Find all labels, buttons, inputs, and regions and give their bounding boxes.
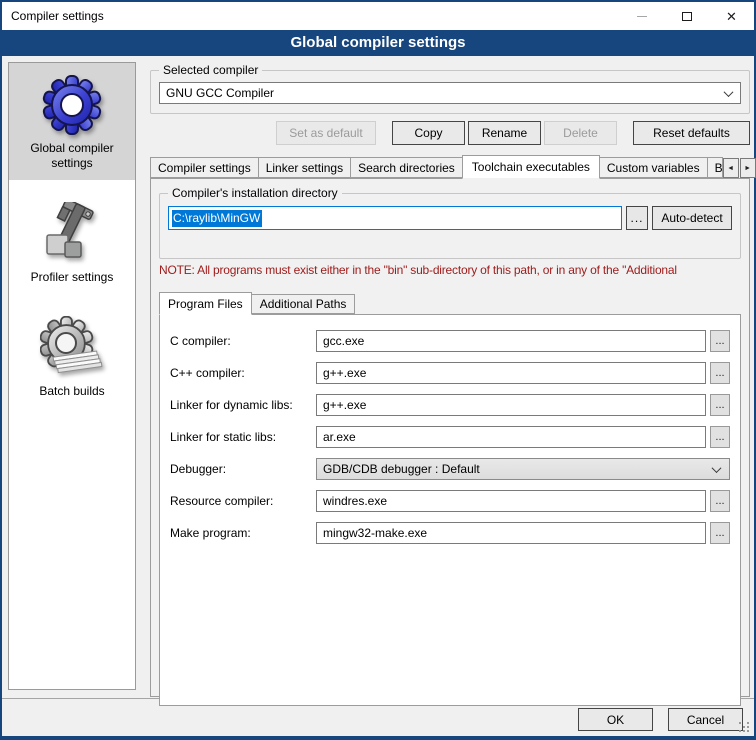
close-icon: ✕ xyxy=(726,10,737,23)
close-button[interactable]: ✕ xyxy=(709,2,754,30)
ok-button[interactable]: OK xyxy=(578,708,653,731)
select-value: GDB/CDB debugger : Default xyxy=(323,462,707,476)
install-dir-browse-button[interactable]: ... xyxy=(626,206,648,230)
resource-compiler-input[interactable] xyxy=(316,490,706,512)
autodetect-button[interactable]: Auto-detect xyxy=(652,206,732,230)
field-row-c-compiler: C++ compiler:... xyxy=(170,361,730,385)
tab-scroll-arrows: ◄ ► xyxy=(722,158,756,178)
field-row-linker-for-dynamic-libs: Linker for dynamic libs:... xyxy=(170,393,730,417)
sidebar-item-profiler-settings[interactable]: Profiler settings xyxy=(9,192,135,294)
cancel-button[interactable]: Cancel xyxy=(668,708,743,731)
subtab-additional-paths[interactable]: Additional Paths xyxy=(251,294,356,314)
tab-search-directories[interactable]: Search directories xyxy=(350,157,463,178)
chevron-down-icon xyxy=(724,87,734,97)
chevron-down-icon xyxy=(712,463,722,473)
set-as-default-button: Set as default xyxy=(276,121,376,145)
copy-button[interactable]: Copy xyxy=(392,121,465,145)
field-label: C compiler: xyxy=(170,334,316,348)
tab-build[interactable]: Build xyxy=(707,157,723,178)
c-compiler-input[interactable] xyxy=(316,330,706,352)
install-dir-input[interactable]: C:\raylib\MinGW xyxy=(168,206,622,230)
group-label: Selected compiler xyxy=(159,63,262,77)
field-label: C++ compiler: xyxy=(170,366,316,380)
sidebar-item-global-compiler-settings[interactable]: Global compiler settings xyxy=(9,63,135,180)
settings-category-list: Global compiler settings Profiler settin… xyxy=(8,62,136,690)
tab-custom-variables[interactable]: Custom variables xyxy=(599,157,708,178)
group-label: Compiler's installation directory xyxy=(168,186,342,200)
c-compiler-browse-button[interactable]: ... xyxy=(710,362,730,384)
field-row-resource-compiler: Resource compiler:... xyxy=(170,489,730,513)
tab-scroll-right-button[interactable]: ► xyxy=(740,158,756,178)
linker-for-dynamic-libs-browse-button[interactable]: ... xyxy=(710,394,730,416)
selected-compiler-group: Selected compiler GNU GCC Compiler xyxy=(150,70,750,114)
selected-compiler-value: GNU GCC Compiler xyxy=(166,86,719,100)
blue-gear-icon xyxy=(40,73,104,137)
compiler-actions: Set as default CopyRenameDelete Reset defa… xyxy=(150,121,750,145)
linker-for-dynamic-libs-input[interactable] xyxy=(316,394,706,416)
resize-grip[interactable] xyxy=(739,722,751,734)
field-label: Linker for dynamic libs: xyxy=(170,398,316,412)
minimize-icon xyxy=(637,16,647,17)
sidebar-item-batch-builds[interactable]: Batch builds xyxy=(9,306,135,408)
sidebar-item-label: Global compiler settings xyxy=(13,141,131,171)
page-title: Global compiler settings xyxy=(2,30,754,56)
rename-button[interactable]: Rename xyxy=(468,121,541,145)
toolchain-executables-page: Compiler's installation directory C:\ray… xyxy=(150,178,750,697)
main-panel: Selected compiler GNU GCC Compiler Set a… xyxy=(150,62,750,692)
make-program-input[interactable] xyxy=(316,522,706,544)
tab-toolchain-executables[interactable]: Toolchain executables xyxy=(462,155,600,179)
field-label: Make program: xyxy=(170,526,316,540)
linker-for-static-libs-input[interactable] xyxy=(316,426,706,448)
main-tabs: Compiler settingsLinker settingsSearch d… xyxy=(150,154,750,178)
selected-compiler-select[interactable]: GNU GCC Compiler xyxy=(159,82,741,104)
window-title: Compiler settings xyxy=(2,9,619,23)
install-dir-note: NOTE: All programs must exist either in … xyxy=(159,263,741,277)
subtab-program-files[interactable]: Program Files xyxy=(159,292,252,315)
maximize-button[interactable] xyxy=(664,2,709,30)
reset-defaults-button[interactable]: Reset defaults xyxy=(633,121,750,145)
gray-gear-stack-icon xyxy=(40,316,104,380)
sidebar-item-label: Profiler settings xyxy=(13,270,131,285)
field-row-make-program: Make program:... xyxy=(170,521,730,545)
maximize-icon xyxy=(682,12,692,21)
field-label: Linker for static libs: xyxy=(170,430,316,444)
make-program-browse-button[interactable]: ... xyxy=(710,522,730,544)
resource-compiler-browse-button[interactable]: ... xyxy=(710,490,730,512)
minimize-button[interactable] xyxy=(619,2,664,30)
tab-scroll-left-button[interactable]: ◄ xyxy=(723,158,739,178)
tab-compiler-settings[interactable]: Compiler settings xyxy=(150,157,259,178)
tab-linker-settings[interactable]: Linker settings xyxy=(258,157,351,178)
c-compiler-browse-button[interactable]: ... xyxy=(710,330,730,352)
debugger-select[interactable]: GDB/CDB debugger : Default xyxy=(316,458,730,480)
compiler-settings-window: Compiler settings ✕ Global compiler sett… xyxy=(0,0,756,740)
c-compiler-input[interactable] xyxy=(316,362,706,384)
program-files-page: C compiler:...C++ compiler:...Linker for… xyxy=(159,314,741,706)
delete-button: Delete xyxy=(544,121,617,145)
install-dir-selected-text: C:\raylib\MinGW xyxy=(172,210,262,227)
field-row-c-compiler: C compiler:... xyxy=(170,329,730,353)
caliper-icon xyxy=(40,202,104,266)
install-dir-row: C:\raylib\MinGW ... Auto-detect xyxy=(168,206,732,230)
field-label: Debugger: xyxy=(170,462,316,476)
sidebar-item-label: Batch builds xyxy=(13,384,131,399)
program-tabs: Program FilesAdditional Paths xyxy=(159,291,741,314)
linker-for-static-libs-browse-button[interactable]: ... xyxy=(710,426,730,448)
field-label: Resource compiler: xyxy=(170,494,316,508)
install-dir-group: Compiler's installation directory C:\ray… xyxy=(159,193,741,259)
field-row-linker-for-static-libs: Linker for static libs:... xyxy=(170,425,730,449)
titlebar: Compiler settings ✕ xyxy=(2,2,754,30)
field-row-debugger: Debugger: GDB/CDB debugger : Default xyxy=(170,457,730,481)
